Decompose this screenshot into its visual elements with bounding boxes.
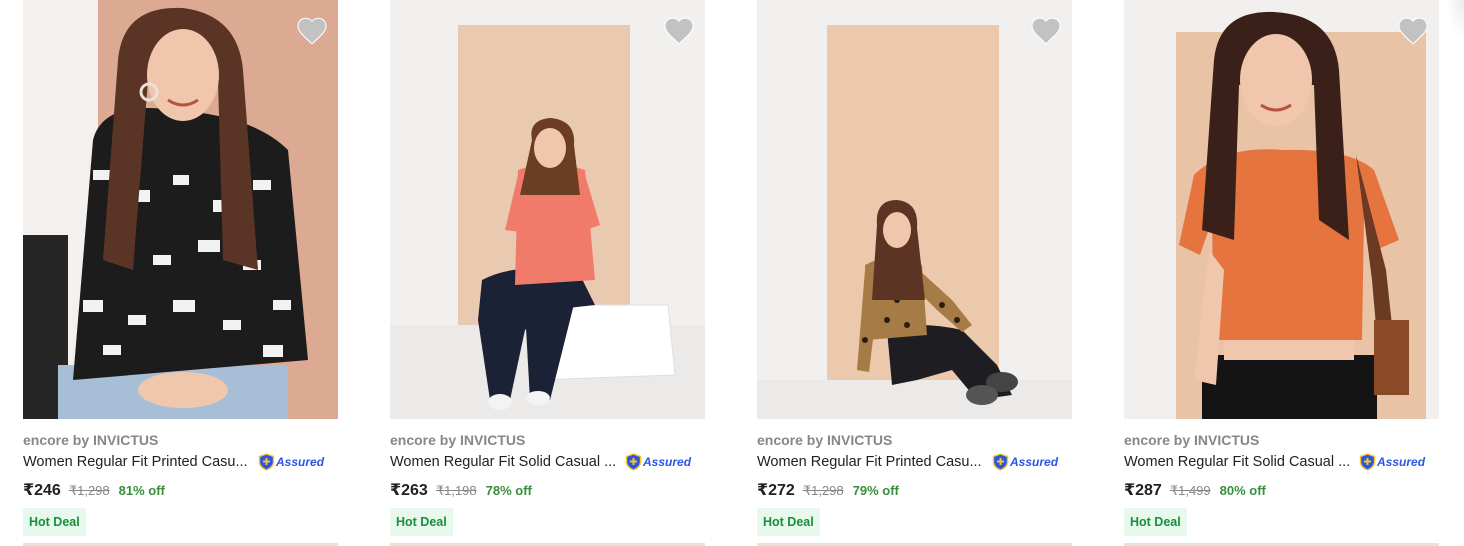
- mrp-price: ₹1,198: [435, 483, 477, 498]
- price-row: ₹287 ₹1,499 80% off: [1124, 480, 1266, 500]
- wishlist-button[interactable]: [1030, 14, 1062, 46]
- price-row: ₹272 ₹1,298 79% off: [757, 480, 899, 500]
- assured-badge: Assured: [1359, 453, 1425, 471]
- heart-icon: [1398, 17, 1428, 45]
- discount-percent: 78% off: [485, 483, 532, 498]
- hot-deal-badge: Hot Deal: [390, 508, 453, 536]
- selling-price: ₹263: [390, 482, 428, 499]
- assured-badge: Assured: [992, 453, 1058, 471]
- hot-deal-badge: Hot Deal: [757, 508, 820, 536]
- assured-badge: Assured: [258, 453, 324, 471]
- mrp-price: ₹1,499: [1169, 483, 1211, 498]
- product-title-row[interactable]: Women Regular Fit Printed Casu... Assure…: [23, 452, 324, 472]
- hot-deal-badge: Hot Deal: [1124, 508, 1187, 536]
- selling-price: ₹287: [1124, 482, 1162, 499]
- product-image[interactable]: [390, 0, 705, 419]
- product-grid: encore by INVICTUS Women Regular Fit Pri…: [0, 0, 1464, 546]
- product-title[interactable]: Women Regular Fit Solid Casual ...: [390, 454, 622, 470]
- assured-label: Assured: [1010, 455, 1059, 469]
- discount-percent: 79% off: [852, 483, 899, 498]
- product-image[interactable]: [757, 0, 1072, 419]
- product-photo-orange-shirt: [1124, 0, 1439, 419]
- product-title-row[interactable]: Women Regular Fit Printed Casu... Assure…: [757, 452, 1058, 472]
- product-title[interactable]: Women Regular Fit Printed Casu...: [757, 454, 989, 470]
- shield-plus-icon: [992, 453, 1009, 471]
- product-title-row[interactable]: Women Regular Fit Solid Casual ... Assur…: [1124, 452, 1425, 472]
- selling-price: ₹246: [23, 482, 61, 499]
- product-card[interactable]: encore by INVICTUS Women Regular Fit Sol…: [388, 0, 728, 546]
- assured-label: Assured: [276, 455, 325, 469]
- product-title[interactable]: Women Regular Fit Printed Casu...: [23, 454, 255, 470]
- product-title-row[interactable]: Women Regular Fit Solid Casual ... Assur…: [390, 452, 691, 472]
- product-photo-coral-shirt: [390, 0, 705, 419]
- shield-plus-icon: [258, 453, 275, 471]
- product-card[interactable]: encore by INVICTUS Women Regular Fit Pri…: [21, 0, 361, 546]
- assured-label: Assured: [643, 455, 692, 469]
- heart-icon: [1031, 17, 1061, 45]
- product-photo-leopard-shirt: [757, 0, 1072, 419]
- selling-price: ₹272: [757, 482, 795, 499]
- mrp-price: ₹1,298: [802, 483, 844, 498]
- heart-icon: [664, 17, 694, 45]
- wishlist-button[interactable]: [1397, 14, 1429, 46]
- hot-deal-badge: Hot Deal: [23, 508, 86, 536]
- shield-plus-icon: [625, 453, 642, 471]
- discount-percent: 81% off: [118, 483, 165, 498]
- product-brand: encore by INVICTUS: [1124, 432, 1260, 448]
- product-brand: encore by INVICTUS: [23, 432, 159, 448]
- product-photo-houndstooth: [23, 0, 338, 419]
- wishlist-button[interactable]: [663, 14, 695, 46]
- mrp-price: ₹1,298: [68, 483, 110, 498]
- discount-percent: 80% off: [1219, 483, 1266, 498]
- product-card[interactable]: encore by INVICTUS Women Regular Fit Pri…: [755, 0, 1095, 546]
- shield-plus-icon: [1359, 453, 1376, 471]
- price-row: ₹263 ₹1,198 78% off: [390, 480, 532, 500]
- assured-badge: Assured: [625, 453, 691, 471]
- price-row: ₹246 ₹1,298 81% off: [23, 480, 165, 500]
- product-brand: encore by INVICTUS: [390, 432, 526, 448]
- heart-icon: [297, 17, 327, 45]
- product-image[interactable]: [1124, 0, 1439, 419]
- scroll-edge-shadow: [1446, 0, 1464, 40]
- wishlist-button[interactable]: [296, 14, 328, 46]
- assured-label: Assured: [1377, 455, 1426, 469]
- product-title[interactable]: Women Regular Fit Solid Casual ...: [1124, 454, 1356, 470]
- product-brand: encore by INVICTUS: [757, 432, 893, 448]
- product-image[interactable]: [23, 0, 338, 419]
- product-card[interactable]: encore by INVICTUS Women Regular Fit Sol…: [1122, 0, 1462, 546]
